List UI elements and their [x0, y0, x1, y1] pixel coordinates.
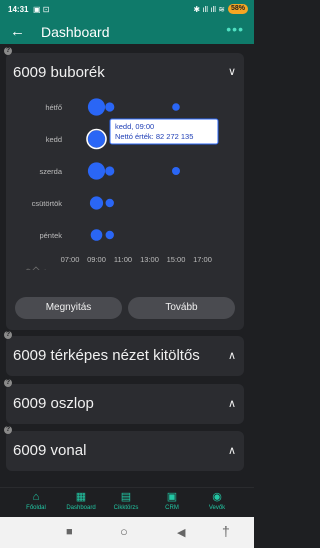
- nav-label: Cikktörzs: [113, 505, 139, 511]
- bottom-nav: ⌂ Főoldal ▦ Dashboard ▤ Cikktörzs ▣ CRM …: [0, 487, 254, 518]
- nav-dashboard[interactable]: ▦ Dashboard: [61, 491, 101, 511]
- x-tick-label: 11:00: [114, 255, 132, 264]
- data-point: [87, 162, 106, 180]
- x-tick-label: 09:00: [87, 255, 106, 264]
- nav-label: CRM: [165, 505, 179, 511]
- arrow-left-icon[interactable]: ←: [10, 23, 25, 40]
- home-icon: ⌂: [32, 491, 40, 503]
- card-title-bubble: 6009 buborék: [13, 64, 105, 81]
- dashboard-icon: ▦: [75, 491, 87, 503]
- x-tick-label: 17:00: [193, 255, 212, 264]
- data-point: [89, 196, 104, 210]
- y-tick-label: hétfő: [45, 103, 62, 112]
- help-icon[interactable]: ?: [4, 379, 12, 387]
- bubble-chart: hétfő kedd szerda csütörtök péntek 07:00 09:00…: [25, 98, 219, 270]
- nav-items[interactable]: ▤ Cikktörzs: [106, 491, 146, 511]
- status-right: ✱ ıll ıll ≋ 58%: [193, 4, 248, 14]
- card-title-map: 6009 térképes nézet kitöltős: [13, 347, 200, 364]
- back-triangle-icon[interactable]: ◀: [177, 526, 185, 539]
- tooltip-line-2: Nettó érték: 82 272 135: [115, 132, 193, 141]
- card-title-column: 6009 oszlop: [13, 395, 94, 412]
- nav-home[interactable]: ⌂ Főoldal: [16, 491, 56, 511]
- chevron-up-icon[interactable]: ∧: [228, 444, 236, 457]
- data-point: [105, 166, 115, 176]
- data-point: [172, 167, 180, 175]
- system-nav: ■ ○ ◀ †: [0, 517, 254, 548]
- tooltip-line-1: kedd, 09:00: [115, 122, 154, 131]
- y-tick-label: kedd: [46, 135, 62, 144]
- zoom-slider-preview: [25, 266, 46, 270]
- data-point: [105, 198, 114, 208]
- y-tick-label: szerda: [39, 167, 62, 176]
- nav-label: Dashboard: [66, 505, 96, 511]
- x-tick-label: 07:00: [61, 255, 80, 264]
- card-column[interactable]: 6009 oszlop ∧: [6, 384, 244, 424]
- data-point: [105, 230, 114, 240]
- app-bar: ← Dashboard •••: [0, 20, 254, 44]
- card-map[interactable]: 6009 térképes nézet kitöltős ∧: [6, 336, 244, 376]
- data-point: [90, 229, 103, 241]
- help-icon[interactable]: ?: [4, 426, 12, 434]
- recent-apps-icon[interactable]: ■: [66, 526, 73, 538]
- data-point: [105, 102, 115, 112]
- crm-icon: ▣: [166, 491, 178, 503]
- y-tick-label: csütörtök: [32, 199, 63, 208]
- customers-icon: ◉: [212, 491, 222, 503]
- document-icon: ▤: [120, 491, 132, 503]
- signal-icons: ✱ ıll ıll ≋: [193, 4, 225, 14]
- y-tick-label: péntek: [39, 231, 62, 240]
- chevron-up-icon[interactable]: ∧: [228, 397, 236, 410]
- card-title-line: 6009 vonal: [13, 442, 87, 459]
- home-circle-icon[interactable]: ○: [120, 524, 128, 539]
- x-tick-label: 13:00: [140, 255, 159, 264]
- nav-label: Főoldal: [26, 505, 46, 511]
- accessibility-icon[interactable]: †: [222, 523, 230, 539]
- help-icon[interactable]: ?: [4, 331, 12, 339]
- status-bar: 14:31 ▣ ⊡ ✱ ıll ıll ≋ 58%: [0, 0, 254, 20]
- help-icon[interactable]: ?: [4, 47, 12, 55]
- x-tick-label: 15:00: [167, 255, 186, 264]
- card-line[interactable]: 6009 vonal ∧: [6, 431, 244, 471]
- data-point: [87, 98, 106, 116]
- next-button[interactable]: Tovább: [128, 297, 235, 319]
- more-dots-icon[interactable]: •••: [226, 21, 244, 37]
- notification-icons: ▣ ⊡: [33, 5, 50, 14]
- data-point: [87, 130, 106, 148]
- battery-indicator: 58%: [227, 4, 248, 14]
- chevron-down-icon[interactable]: ∨: [228, 65, 236, 78]
- open-button[interactable]: Megnyitás: [15, 297, 122, 319]
- chevron-up-icon[interactable]: ∧: [228, 349, 236, 362]
- nav-crm[interactable]: ▣ CRM: [152, 491, 192, 511]
- status-time: 14:31: [8, 5, 29, 14]
- data-point: [172, 103, 180, 111]
- nav-label: Vevők: [208, 505, 226, 511]
- page-title: Dashboard: [41, 24, 110, 40]
- nav-customers[interactable]: ◉ Vevők: [197, 491, 237, 511]
